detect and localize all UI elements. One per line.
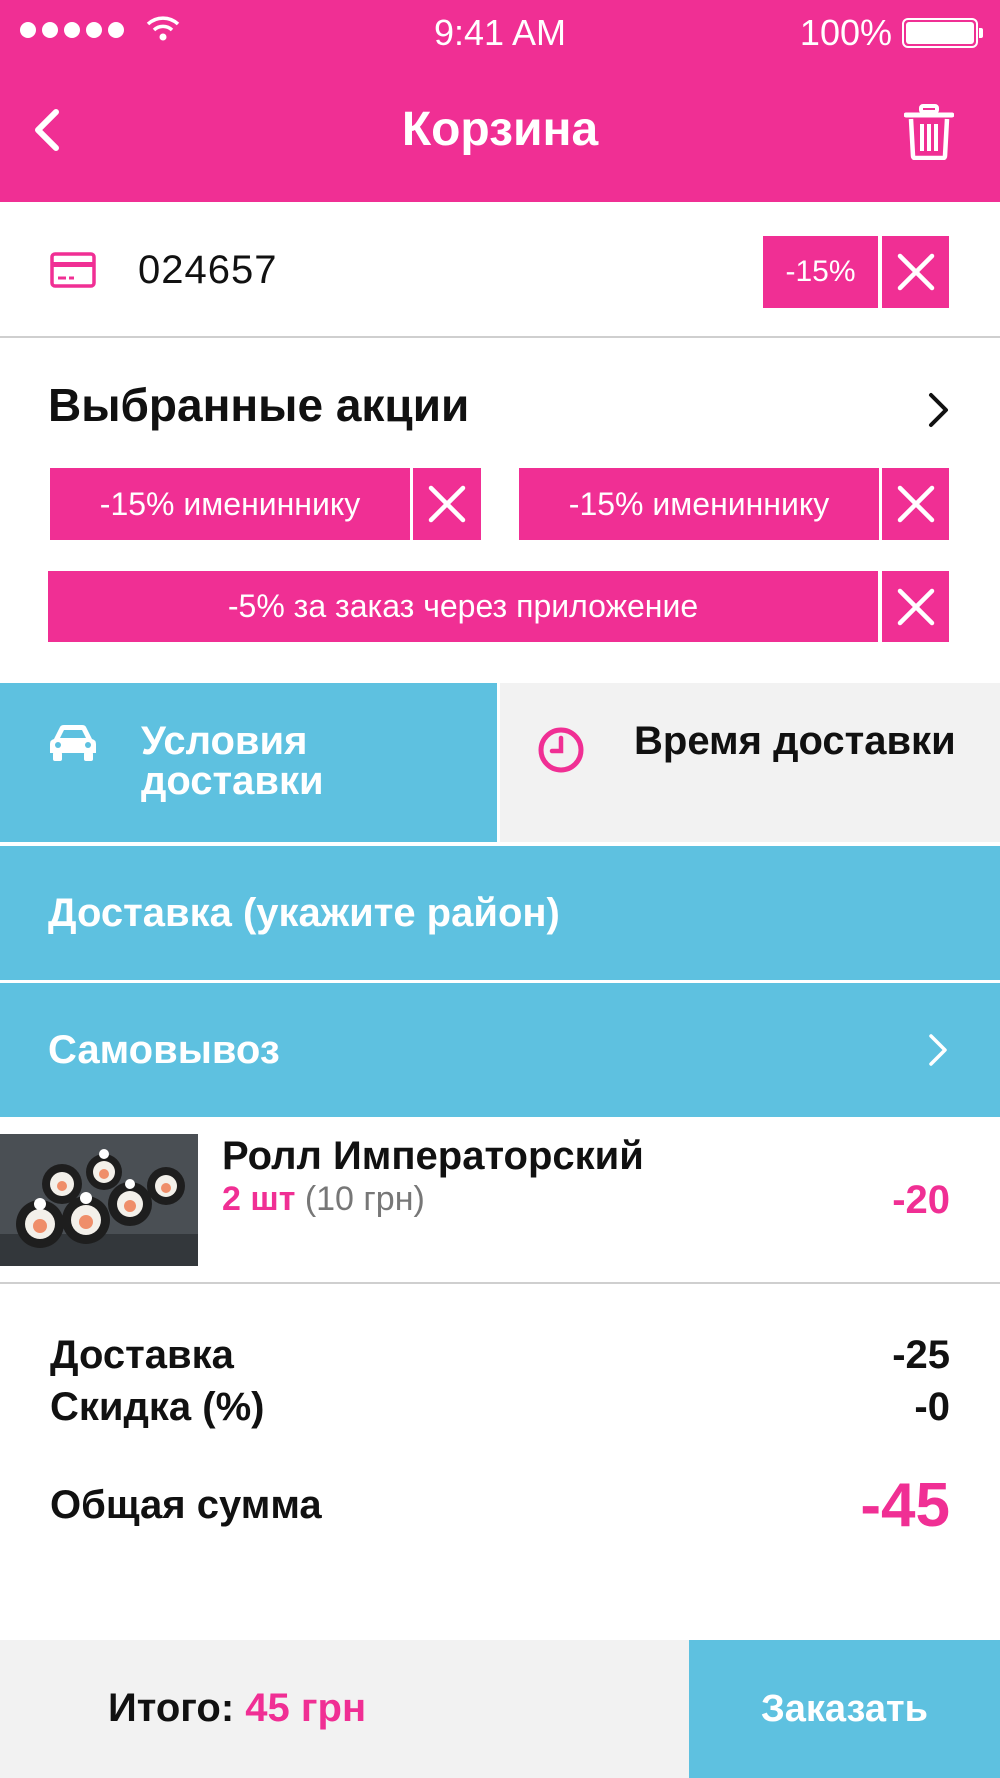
cart-item[interactable]: Ролл Императорский 2 шт (10 грн) -20 — [0, 1134, 1000, 1284]
remove-promotion-button[interactable] — [882, 468, 949, 540]
summary-delivery-row: Доставка -25 — [50, 1333, 950, 1378]
tab-label: Условия доставки — [141, 719, 324, 803]
battery-icon — [902, 18, 983, 48]
close-icon — [897, 588, 934, 625]
promotion-chip: -15% имениннику — [519, 468, 879, 540]
grand-total-value: -45 — [860, 1471, 950, 1540]
product-qty-value: 2 шт — [222, 1180, 296, 1218]
footer-total-text: Итого: 45 грн — [108, 1686, 366, 1731]
status-bar: 9:41 AM 100% — [0, 0, 1000, 64]
credit-card-icon — [50, 252, 96, 288]
trash-icon[interactable] — [904, 104, 954, 160]
promotion-chip: -15% имениннику — [50, 468, 410, 540]
remove-promotion-button[interactable] — [882, 571, 949, 642]
summary-value: -25 — [892, 1333, 950, 1377]
promo-code-discount-badge: -15% — [763, 236, 878, 308]
pickup-option[interactable]: Самовывоз — [0, 983, 1000, 1117]
summary-label: Скидка (%) — [50, 1385, 265, 1429]
product-unit-price: (10 грн) — [304, 1180, 425, 1218]
clock-icon — [538, 727, 584, 773]
header: 9:41 AM 100% Корзина — [0, 0, 1000, 202]
footer-bar: Итого: 45 грн Заказать — [0, 1640, 1000, 1778]
promo-code-row: 024657 -15% — [0, 202, 1000, 338]
order-button[interactable]: Заказать — [689, 1640, 1000, 1778]
product-total: -20 — [892, 1178, 950, 1222]
pickup-option-label: Самовывоз — [48, 1028, 280, 1072]
page-title: Корзина — [401, 103, 599, 156]
tab-delivery-time[interactable]: Время доставки — [500, 683, 1000, 842]
tab-label: Время доставки — [634, 719, 956, 763]
grand-total-label: Общая сумма — [50, 1483, 322, 1527]
summary-label: Доставка — [50, 1333, 234, 1377]
promotion-chip: -5% за заказ через приложение — [48, 571, 878, 642]
close-icon — [897, 253, 934, 291]
close-icon — [428, 485, 466, 523]
footer-total-value: 45 грн — [245, 1686, 367, 1730]
remove-promo-code-button[interactable] — [882, 236, 949, 308]
remove-promotion-button[interactable] — [413, 468, 481, 540]
footer-total-label: Итого: — [108, 1686, 235, 1730]
promotions-title: Выбранные акции — [48, 379, 470, 431]
battery-percent: 100% — [799, 12, 892, 53]
summary-value: -0 — [914, 1385, 950, 1429]
chevron-right-icon[interactable] — [926, 390, 952, 430]
close-icon — [897, 485, 934, 523]
car-icon — [50, 725, 96, 761]
delivery-option-label: Доставка (укажите район) — [48, 891, 560, 935]
product-name: Ролл Императорский — [222, 1134, 644, 1178]
summary-discount-row: Скидка (%) -0 — [50, 1385, 950, 1430]
promo-code-value: 024657 — [138, 248, 278, 292]
summary-grand-row: Общая сумма -45 — [50, 1470, 950, 1541]
chevron-right-icon — [929, 1034, 947, 1066]
tab-delivery-conditions[interactable]: Условия доставки — [0, 683, 497, 842]
delivery-option[interactable]: Доставка (укажите район) — [0, 846, 1000, 980]
footer-total: Итого: 45 грн — [0, 1640, 689, 1778]
product-quantity: 2 шт (10 грн) — [222, 1180, 425, 1219]
product-image — [0, 1134, 198, 1266]
